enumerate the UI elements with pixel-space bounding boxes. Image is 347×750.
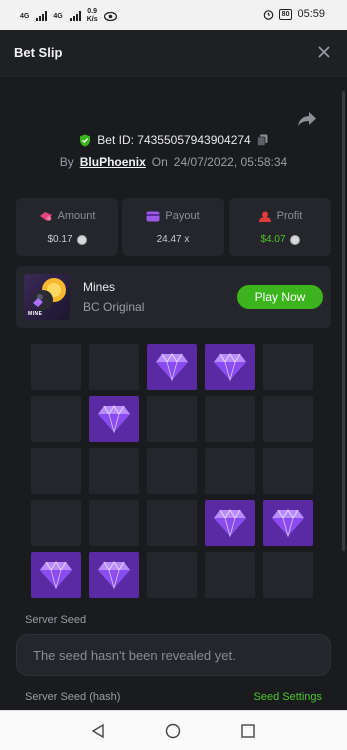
gem-tile — [205, 500, 255, 546]
bet-author-row: By BluPhoenix On 24/07/2022, 05:58:34 — [0, 155, 347, 169]
diamond-icon — [98, 561, 130, 590]
eye-icon — [103, 11, 117, 21]
back-icon[interactable] — [90, 723, 106, 739]
payout-value-row: 24.47 x — [122, 234, 224, 245]
server-seed-hash-label: Server Seed (hash) — [25, 691, 121, 703]
share-icon[interactable] — [297, 111, 317, 127]
diamond-icon — [214, 353, 246, 382]
grid-tile — [263, 448, 313, 494]
gem-tile — [205, 344, 255, 390]
grid-tile — [31, 500, 81, 546]
grid-tile — [31, 344, 81, 390]
server-seed-value: The seed hasn't been revealed yet. — [33, 648, 236, 663]
play-now-button[interactable]: Play Now — [237, 285, 323, 309]
grid-tile — [263, 344, 313, 390]
grid-tile — [89, 344, 139, 390]
mines-game-thumbnail[interactable]: MINE — [24, 274, 70, 320]
close-button[interactable] — [315, 43, 333, 61]
grid-tile — [31, 396, 81, 442]
diamond-icon — [214, 509, 246, 538]
game-name: Mines — [83, 280, 116, 294]
bet-datetime: 24/07/2022, 05:58:34 — [173, 155, 288, 169]
gem-tile — [89, 552, 139, 598]
sim1-tag: 4G — [20, 12, 30, 20]
game-subtitle: BC Original — [83, 300, 145, 314]
battery-icon: 80 — [278, 8, 293, 20]
grid-tile — [147, 396, 197, 442]
grid-tile — [205, 396, 255, 442]
gem-tile — [263, 500, 313, 546]
sim2-tag: 4G — [53, 12, 63, 20]
bet-id: Bet ID: 74355057943904274 — [97, 133, 251, 147]
mines-grid — [31, 344, 314, 600]
amount-icon — [39, 211, 52, 221]
grid-tile — [263, 552, 313, 598]
status-time: 05:59 — [297, 8, 325, 20]
recents-icon[interactable] — [240, 723, 256, 739]
seed-settings-link[interactable]: Seed Settings — [254, 691, 323, 703]
payout-label-row: Payout — [122, 210, 224, 222]
amount-value: $0.17 — [47, 234, 73, 245]
payout-value: 24.47 x — [156, 234, 190, 245]
payout-label: Payout — [165, 210, 200, 222]
diamond-icon — [40, 561, 72, 590]
amount-label-row: Amount — [16, 210, 118, 222]
profit-label-row: Profit — [229, 210, 331, 222]
shield-check-icon — [80, 134, 91, 146]
gem-tile — [31, 552, 81, 598]
status-right: 80 05:59 — [263, 8, 325, 20]
gem-tile — [147, 344, 197, 390]
grid-tile — [89, 448, 139, 494]
bet-slip-content: Bet ID: 74355057943904274 By BluPhoenix … — [0, 76, 347, 710]
profit-icon — [258, 211, 271, 222]
header: Bet Slip — [0, 30, 347, 76]
coin-icon — [76, 234, 87, 245]
amount-card: Amount $0.17 — [16, 198, 118, 256]
close-icon — [318, 46, 330, 58]
game-card: MINE Mines BC Original Play Now — [16, 266, 331, 328]
grid-tile — [89, 500, 139, 546]
signal-icon-2 — [69, 11, 81, 21]
on-label: On — [151, 155, 168, 169]
system-nav-bar — [0, 710, 347, 750]
diamond-icon — [98, 405, 130, 434]
status-left: 4G 4G 0.9 K/s — [20, 8, 117, 24]
grid-tile — [147, 552, 197, 598]
diamond-icon — [156, 353, 188, 382]
grid-tile — [147, 500, 197, 546]
grid-tile — [205, 448, 255, 494]
speed-unit: K/s — [86, 16, 98, 23]
home-icon[interactable] — [165, 723, 181, 739]
amount-label: Amount — [57, 210, 96, 222]
server-seed-label: Server Seed — [25, 614, 87, 626]
server-seed-field[interactable]: The seed hasn't been revealed yet. — [16, 634, 331, 676]
thumbnail-text: MINE — [28, 311, 43, 317]
page-title: Bet Slip — [14, 45, 63, 60]
profit-value-row: $4.07 — [229, 234, 331, 245]
username-link[interactable]: BluPhoenix — [80, 155, 146, 169]
by-label: By — [59, 155, 74, 169]
bet-id-row: Bet ID: 74355057943904274 — [0, 133, 347, 147]
profit-value: $4.07 — [260, 234, 286, 245]
grid-tile — [31, 448, 81, 494]
signal-icon — [36, 11, 48, 21]
copy-icon[interactable] — [256, 134, 268, 146]
payout-card: Payout 24.47 x — [122, 198, 224, 256]
status-bar: 4G 4G 0.9 K/s 80 05:59 — [0, 0, 347, 30]
gem-tile — [89, 396, 139, 442]
profit-label: Profit — [276, 210, 303, 222]
payout-icon — [146, 211, 160, 221]
alarm-icon — [263, 9, 273, 20]
profit-card: Profit $4.07 — [229, 198, 331, 256]
coin-icon — [289, 234, 300, 245]
grid-tile — [147, 448, 197, 494]
network-speed: 0.9 K/s — [87, 8, 98, 24]
speed-value: 0.9 — [87, 8, 97, 15]
diamond-icon — [272, 509, 304, 538]
grid-tile — [263, 396, 313, 442]
amount-value-row: $0.17 — [16, 234, 118, 245]
grid-tile — [205, 552, 255, 598]
